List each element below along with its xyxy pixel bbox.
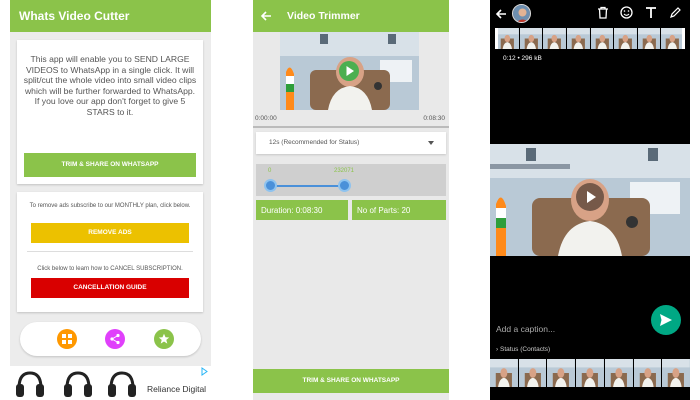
headphones-image <box>16 371 44 397</box>
trim-start-handle[interactable] <box>495 28 498 49</box>
timeline-thumbnail <box>633 359 662 387</box>
range-end-handle[interactable] <box>338 179 351 192</box>
video-info: 0:12 • 296 kB <box>503 55 542 62</box>
whatsapp-top-bar <box>490 0 690 28</box>
timeline-thumbnail <box>519 28 543 49</box>
range-slider[interactable]: 0 232071 <box>256 164 446 196</box>
start-time: 0:00:00 <box>255 115 277 122</box>
app-title: Whats Video Cutter <box>10 0 211 32</box>
range-track <box>269 185 343 187</box>
status-recipient[interactable]: › Status (Contacts) <box>496 346 550 353</box>
pencil-icon[interactable] <box>669 6 681 19</box>
end-time: 0:08:30 <box>423 115 445 122</box>
timeline-thumbnail <box>637 28 661 49</box>
play-button[interactable] <box>576 183 604 211</box>
range-start-handle[interactable] <box>264 179 277 192</box>
duration-label: Duration: <box>261 206 294 215</box>
text-icon[interactable] <box>645 6 657 19</box>
apps-icon[interactable] <box>57 329 77 349</box>
back-arrow-icon[interactable] <box>495 8 507 20</box>
timeline-thumbnail <box>590 28 614 49</box>
ad-banner[interactable]: Reliance Digital <box>10 366 211 400</box>
delete-icon[interactable] <box>597 6 609 19</box>
headphones-image <box>108 371 136 397</box>
parts-value: 20 <box>401 206 411 215</box>
back-arrow-icon[interactable] <box>260 10 272 22</box>
timeline-thumbnail <box>490 359 518 387</box>
play-icon <box>587 191 596 203</box>
intro-card: This app will enable you to SEND LARGE V… <box>17 40 203 184</box>
play-icon[interactable] <box>339 61 359 81</box>
split-duration-select[interactable]: 12s (Recommended for Status) <box>256 132 446 154</box>
video-timeline-strip[interactable] <box>496 28 684 49</box>
timeline-thumbnail <box>547 359 576 387</box>
send-icon <box>660 314 672 326</box>
whats-video-cutter-screen: Whats Video Cutter This app will enable … <box>10 0 211 400</box>
cancel-note: Click below to learn how to CANCEL SUBSC… <box>37 266 183 272</box>
timeline-thumbnail <box>518 359 547 387</box>
trim-share-bottom-button[interactable]: TRIM & SHARE ON WHATSAPP <box>253 369 449 393</box>
split-duration-value: 12s (Recommended for Status) <box>269 139 360 146</box>
trimmer-title: Video Trimmer <box>287 10 360 22</box>
star-icon[interactable] <box>154 329 174 349</box>
share-icon[interactable] <box>105 329 125 349</box>
timeline-thumbnail <box>662 359 690 387</box>
video-trimmer-screen: Video Trimmer 0:00:00 0:08:30 12s (Recom… <box>253 0 449 400</box>
subscription-card: To remove ads subscribe to our MONTHLY p… <box>17 192 203 312</box>
whatsapp-send-screen: 0:12 • 296 kB Add a caption... › Status … <box>490 0 690 400</box>
headphones-image <box>64 371 92 397</box>
video-player[interactable] <box>490 144 690 256</box>
caption-input[interactable]: Add a caption... <box>496 324 555 334</box>
action-pill <box>20 322 201 356</box>
bottom-thumbnail-strip[interactable] <box>490 359 690 387</box>
duration-box: Duration: 0:08:30 <box>256 200 348 220</box>
trim-end-handle[interactable] <box>682 28 685 49</box>
trimmer-app-bar: Video Trimmer <box>253 0 449 32</box>
intro-text: This app will enable you to SEND LARGE V… <box>23 54 197 117</box>
timeline-thumbnail <box>496 28 519 49</box>
chevron-right-icon: › <box>496 346 499 353</box>
caret-down-icon <box>428 141 434 145</box>
parts-label: No of Parts: <box>357 206 400 215</box>
duration-value: 0:08:30 <box>295 206 323 215</box>
remove-ads-note: To remove ads subscribe to our MONTHLY p… <box>29 203 191 209</box>
range-min-label: 0 <box>268 168 272 174</box>
timeline-thumbnail <box>576 359 604 387</box>
parts-box: No of Parts: 20 <box>352 200 446 220</box>
timeline-thumbnail <box>566 28 590 49</box>
send-button[interactable] <box>651 305 681 335</box>
seek-bar[interactable] <box>253 126 449 128</box>
trim-share-button[interactable]: TRIM & SHARE ON WHATSAPP <box>24 153 196 177</box>
status-label: Status (Contacts) <box>499 346 551 353</box>
ad-brand: Reliance Digital <box>147 384 207 394</box>
timeline-thumbnail <box>661 28 684 49</box>
timeline-thumbnail <box>604 359 633 387</box>
emoji-icon[interactable] <box>620 6 633 19</box>
remove-ads-button[interactable]: REMOVE ADS <box>31 223 189 243</box>
timeline-thumbnail <box>543 28 566 49</box>
range-max-label: 232071 <box>334 168 355 174</box>
timeline-thumbnail <box>614 28 637 49</box>
cancellation-guide-button[interactable]: CANCELLATION GUIDE <box>31 278 189 298</box>
divider <box>27 251 193 252</box>
video-preview[interactable] <box>280 32 419 110</box>
avatar <box>512 4 531 23</box>
ad-choices-icon[interactable] <box>200 367 209 376</box>
